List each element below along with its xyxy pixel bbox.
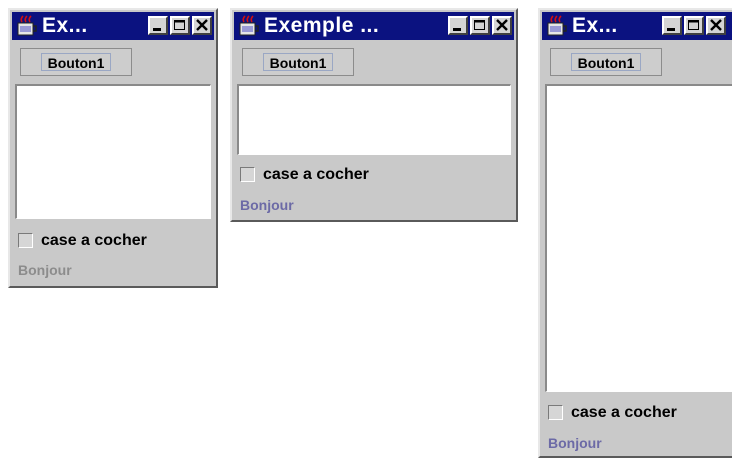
bouton1-label: Bouton1 [263,53,333,71]
button-row: Bouton1 [542,42,732,80]
minimize-button[interactable] [662,16,682,35]
text-area[interactable] [15,84,211,219]
maximize-icon [688,20,699,30]
maximize-button[interactable] [470,16,490,35]
window-3: Ex... Bouton1 case a cocher Bonjour [538,8,732,458]
close-icon [196,19,208,31]
close-button[interactable] [706,16,726,35]
window-1: Ex... Bouton1 case a cocher Bonjour [8,8,218,288]
maximize-button[interactable] [170,16,190,35]
checkbox-row[interactable]: case a cocher [240,165,440,185]
checkbox-label: case a cocher [41,232,147,249]
minimize-icon [667,28,675,31]
minimize-button[interactable] [448,16,468,35]
close-button[interactable] [192,16,212,35]
maximize-button[interactable] [684,16,704,35]
bouton1-button[interactable]: Bouton1 [550,48,662,76]
button-row: Bouton1 [12,42,214,80]
window-title: Exemple ... [264,14,380,37]
maximize-icon [174,20,185,30]
checkbox-label: case a cocher [263,166,369,183]
bouton1-label: Bouton1 [41,53,111,71]
title-bar[interactable]: Ex... [12,12,214,40]
bonjour-label: Bonjour [240,197,294,213]
checkbox-row[interactable]: case a cocher [18,231,208,251]
bouton1-label: Bouton1 [571,53,641,71]
button-row: Bouton1 [234,42,514,80]
bouton1-button[interactable]: Bouton1 [242,48,354,76]
minimize-button[interactable] [148,16,168,35]
close-icon [496,19,508,31]
checkbox[interactable] [548,405,563,420]
bonjour-label: Bonjour [18,262,72,278]
minimize-icon [153,28,161,31]
window-title: Ex... [42,14,88,37]
maximize-icon [474,20,485,30]
java-cup-icon [17,15,37,36]
close-button[interactable] [492,16,512,35]
text-area[interactable] [545,84,732,392]
checkbox[interactable] [240,167,255,182]
java-cup-icon [239,15,259,36]
title-bar[interactable]: Ex... [542,12,732,40]
java-cup-icon [547,15,567,36]
bonjour-label: Bonjour [548,435,602,451]
text-area[interactable] [237,84,511,155]
checkbox[interactable] [18,233,33,248]
title-bar[interactable]: Exemple ... [234,12,514,40]
minimize-icon [453,28,461,31]
checkbox-label: case a cocher [571,404,677,421]
window-2: Exemple ... Bouton1 case a cocher Bonjou… [230,8,518,222]
bouton1-button[interactable]: Bouton1 [20,48,132,76]
window-title: Ex... [572,14,618,37]
checkbox-row[interactable]: case a cocher [548,403,728,423]
close-icon [710,19,722,31]
